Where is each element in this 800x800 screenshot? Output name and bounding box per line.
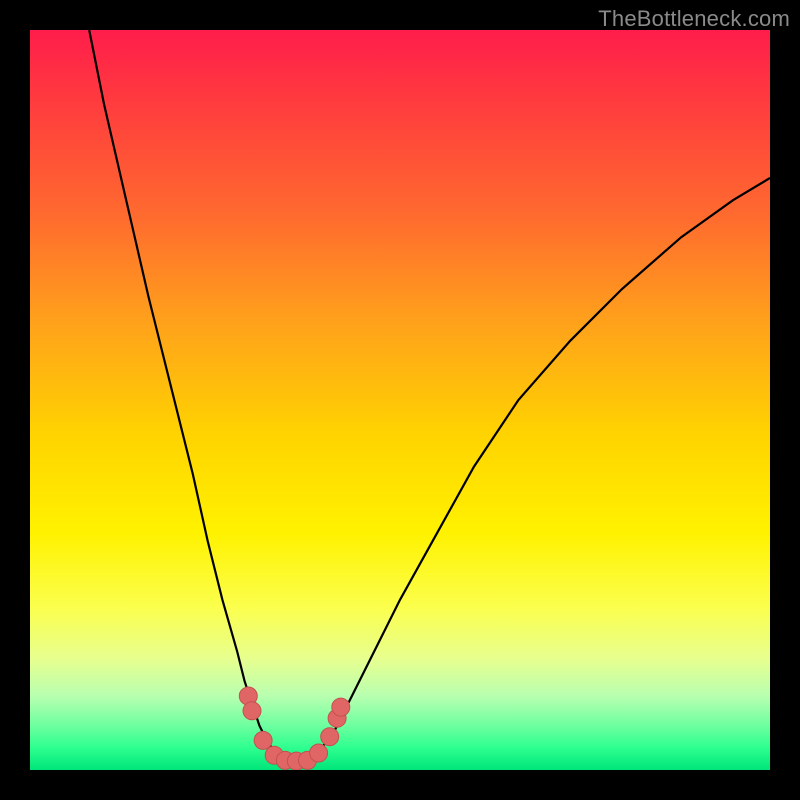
data-marker	[254, 731, 272, 749]
chart-frame: TheBottleneck.com	[0, 0, 800, 800]
curve-left-branch	[89, 30, 281, 759]
watermark-text: TheBottleneck.com	[598, 6, 790, 32]
data-marker	[321, 728, 339, 746]
marker-group	[239, 687, 349, 770]
curve-svg	[30, 30, 770, 770]
data-marker	[243, 702, 261, 720]
curve-right-branch	[311, 178, 770, 759]
data-marker	[310, 744, 328, 762]
data-marker	[332, 698, 350, 716]
plot-area	[30, 30, 770, 770]
